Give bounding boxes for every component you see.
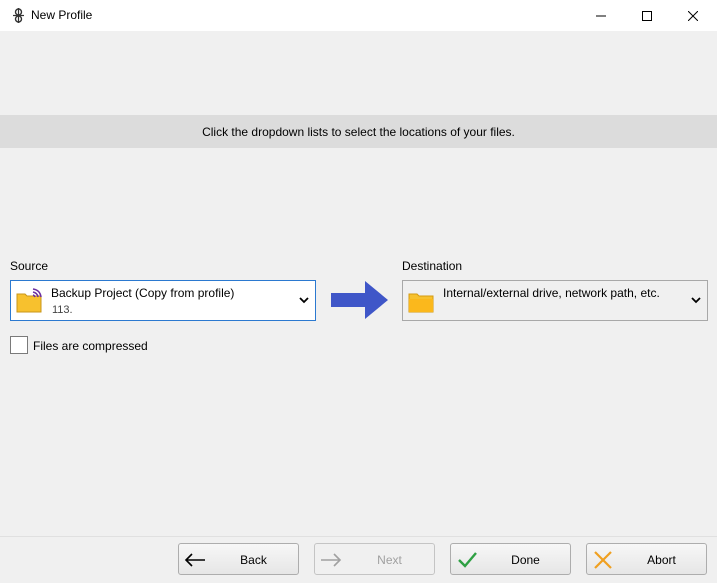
close-icon [688, 10, 698, 21]
minimize-button[interactable] [578, 0, 624, 31]
destination-dropdown[interactable]: Internal/external drive, network path, e… [402, 280, 708, 321]
source-dropdown[interactable]: Backup Project (Copy from profile) 113. [10, 280, 316, 321]
arrow-right-icon [321, 553, 342, 567]
destination-selected-title: Internal/external drive, network path, e… [443, 286, 660, 300]
maximize-icon [642, 10, 652, 21]
source-label: Source [10, 259, 49, 273]
next-button-label: Next [377, 553, 402, 567]
chevron-down-icon [299, 297, 309, 304]
abort-button-label: Abort [647, 553, 676, 567]
destination-label: Destination [402, 259, 463, 273]
checkmark-icon [458, 552, 477, 568]
back-button[interactable]: Back [178, 543, 299, 575]
abort-button[interactable]: Abort [586, 543, 707, 575]
back-button-label: Back [240, 553, 267, 567]
maximize-button[interactable] [624, 0, 670, 31]
minimize-icon [596, 15, 606, 16]
compressed-checkbox-label[interactable]: Files are compressed [33, 339, 148, 353]
source-selected-title: Backup Project (Copy from profile) [51, 286, 235, 300]
window-title: New Profile [31, 8, 93, 22]
instruction-text: Click the dropdown lists to select the l… [202, 124, 515, 139]
right-arrow-icon [331, 281, 388, 319]
folder-profile-icon [16, 288, 42, 313]
title-bar: New Profile [0, 0, 717, 31]
arrow-left-icon [184, 553, 205, 567]
instruction-banner: Click the dropdown lists to select the l… [0, 115, 717, 148]
footer-divider [0, 536, 717, 537]
source-selected-subtitle: 113. [52, 304, 73, 316]
done-button[interactable]: Done [450, 543, 571, 575]
done-button-label: Done [511, 553, 540, 567]
chevron-down-icon [691, 297, 701, 304]
compressed-checkbox[interactable] [10, 336, 28, 354]
cross-icon [594, 551, 612, 569]
close-button[interactable] [670, 0, 716, 31]
app-logo-icon [13, 8, 24, 23]
folder-icon [408, 293, 434, 313]
redacted-region [81, 307, 129, 316]
next-button[interactable]: Next [314, 543, 435, 575]
